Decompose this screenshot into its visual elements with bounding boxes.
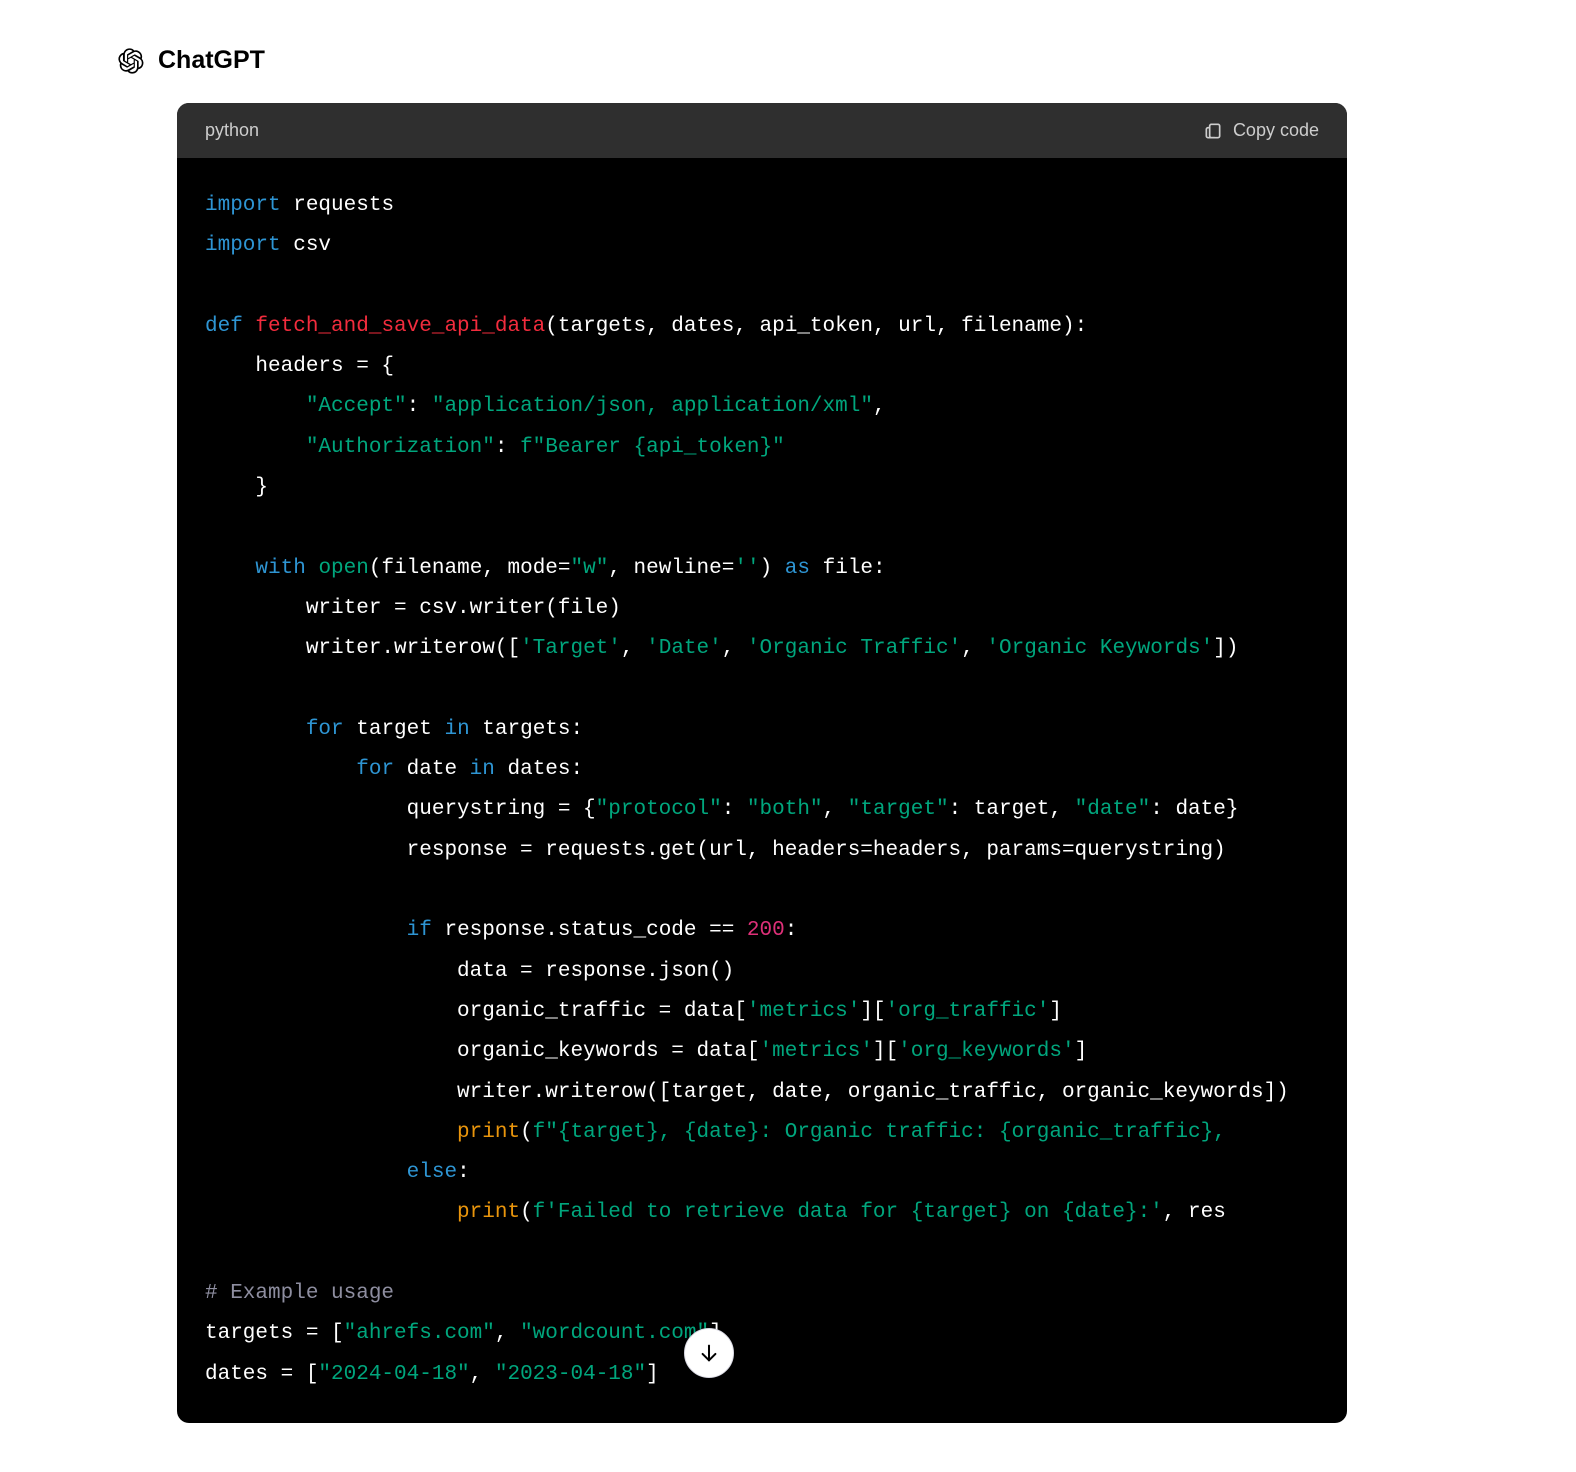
code-block-header: python Copy code bbox=[177, 103, 1347, 158]
code-content[interactable]: import requests import csv def fetch_and… bbox=[177, 158, 1347, 1423]
clipboard-icon bbox=[1203, 121, 1223, 141]
copy-code-button[interactable]: Copy code bbox=[1203, 120, 1319, 141]
copy-code-label: Copy code bbox=[1233, 120, 1319, 141]
app-name: ChatGPT bbox=[158, 46, 265, 75]
code-language-label: python bbox=[205, 120, 259, 141]
arrow-down-icon bbox=[698, 1342, 720, 1364]
scroll-to-bottom-button[interactable] bbox=[684, 1328, 734, 1378]
app-header: ChatGPT bbox=[0, 0, 1576, 75]
chatgpt-logo-icon bbox=[118, 48, 144, 74]
code-block: python Copy code import requests import … bbox=[177, 103, 1347, 1423]
